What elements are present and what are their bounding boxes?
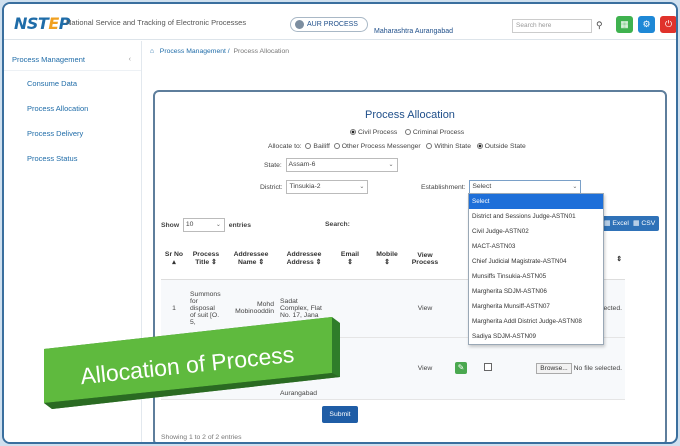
col-email[interactable]: Email ⇕ bbox=[331, 239, 369, 280]
breadcrumb: ⌂ Process Management / Process Allocatio… bbox=[150, 48, 290, 55]
district-select[interactable]: Tinsukia-2 ⌄ bbox=[286, 180, 369, 194]
chevron-down-icon: ⌄ bbox=[572, 184, 578, 190]
process-button[interactable]: AUR PROCESS bbox=[290, 17, 368, 32]
process-type-group: Civil Process Criminal Process bbox=[350, 129, 464, 136]
excel-button[interactable]: ▦ Excel bbox=[600, 216, 633, 231]
radio-within-state[interactable] bbox=[426, 143, 433, 149]
establishment-dropdown: Select District and Sessions Judge-ASTN0… bbox=[468, 193, 604, 345]
col-process-title[interactable]: Process Title ⇕ bbox=[187, 239, 225, 280]
dropdown-option[interactable]: MACT-ASTN03 bbox=[469, 239, 603, 254]
radio-other-process-messenger[interactable] bbox=[333, 143, 340, 149]
sidebar-section-process-management[interactable]: Process Management ‹ bbox=[4, 41, 141, 71]
establishment-select[interactable]: Select ⌄ bbox=[469, 180, 582, 194]
power-icon[interactable]: ⏻ bbox=[660, 16, 676, 33]
chevron-down-icon: ⌄ bbox=[388, 162, 394, 168]
user-icon bbox=[295, 20, 304, 29]
csv-button[interactable]: ▦ CSV bbox=[629, 216, 660, 231]
radio-criminal-process[interactable] bbox=[404, 129, 411, 135]
dropdown-option[interactable]: Margherita SDJM-ASTN06 bbox=[469, 284, 603, 299]
radio-outside-state[interactable] bbox=[476, 143, 483, 149]
table-info: Showing 1 to 2 of 2 entries bbox=[161, 434, 242, 441]
dropdown-option[interactable]: Margherita Munsiff-ASTN07 bbox=[469, 299, 603, 314]
cell-mobile bbox=[369, 279, 405, 338]
allocate-to-label: Allocate to: bbox=[268, 143, 302, 150]
view-link[interactable]: View bbox=[405, 279, 445, 338]
sidebar-item-process-delivery[interactable]: Process Delivery bbox=[4, 121, 141, 146]
district-label: District: bbox=[260, 183, 283, 191]
cell-mobile bbox=[369, 337, 405, 400]
col-addressee-name[interactable]: Addressee Name ⇕ bbox=[225, 239, 277, 280]
file-status: No file selected. bbox=[573, 364, 622, 372]
sidebar-item-process-allocation[interactable]: Process Allocation bbox=[4, 96, 141, 121]
page-title: Process Allocation bbox=[365, 109, 455, 121]
edit-icon[interactable]: ✎ bbox=[455, 362, 467, 374]
col-mobile[interactable]: Mobile ⇕ bbox=[369, 239, 405, 280]
chevron-down-icon: ⌄ bbox=[215, 222, 221, 228]
dropdown-option[interactable]: Sadiya SDJM-ASTN09 bbox=[469, 329, 603, 344]
top-bar: NSTEP National Service and Tracking of E… bbox=[4, 4, 676, 40]
view-link[interactable]: View bbox=[405, 337, 445, 400]
grid-icon[interactable]: ▦ bbox=[616, 16, 633, 33]
breadcrumb-section[interactable]: Process Management bbox=[160, 48, 226, 55]
dropdown-option[interactable]: Munsiffs Tinsukia-ASTN05 bbox=[469, 269, 603, 284]
home-icon[interactable]: ⌂ bbox=[150, 48, 154, 55]
establishment-row: Establishment: Select ⌄ bbox=[421, 180, 582, 194]
state-row: State: Assam-6 ⌄ bbox=[264, 158, 398, 172]
entries-select[interactable]: 10 ⌄ bbox=[182, 218, 225, 232]
allocate-to-group: Allocate to: Bailiff Other Process Messe… bbox=[268, 143, 526, 150]
sidebar-item-consume-data[interactable]: Consume Data bbox=[4, 71, 141, 96]
table-search-label: Search: bbox=[325, 221, 350, 228]
col-addressee-address[interactable]: Addressee Address ⇕ bbox=[277, 239, 331, 280]
radio-civil-process[interactable] bbox=[350, 129, 356, 135]
state-select[interactable]: Assam-6 ⌄ bbox=[285, 158, 398, 172]
table-length-control: Show 10 ⌄ entries bbox=[161, 218, 251, 232]
file-cell: Browse... No file selected. bbox=[499, 337, 625, 400]
settings-icon[interactable]: ⚙ bbox=[638, 16, 655, 33]
breadcrumb-current: Process Allocation bbox=[233, 48, 290, 55]
cell-edit: ✎ bbox=[445, 337, 477, 400]
location-text: Maharashtra Aurangabad bbox=[374, 28, 453, 35]
search-input[interactable]: Search here bbox=[512, 19, 592, 33]
establishment-label: Establishment: bbox=[421, 183, 466, 191]
select-checkbox[interactable] bbox=[484, 363, 492, 371]
col-sr-no[interactable]: Sr No ▴ bbox=[161, 239, 187, 280]
cell-select bbox=[477, 337, 499, 400]
radio-bailiff[interactable] bbox=[305, 143, 312, 149]
state-label: State: bbox=[264, 161, 282, 169]
dropdown-option[interactable]: Select bbox=[469, 194, 603, 209]
chevron-down-icon: ⌄ bbox=[359, 184, 365, 190]
dropdown-option[interactable]: Civil Judge-ASTN02 bbox=[469, 224, 603, 239]
logo: NSTEP bbox=[14, 14, 71, 33]
dropdown-option[interactable]: District and Sessions Judge-ASTN01 bbox=[469, 209, 603, 224]
app-tagline: National Service and Tracking of Electro… bbox=[66, 18, 247, 27]
section-banner: Allocation of Process bbox=[44, 317, 340, 409]
sidebar-item-process-status[interactable]: Process Status bbox=[4, 146, 141, 171]
dropdown-option[interactable]: Chief Judicial Magistrate-ASTN04 bbox=[469, 254, 603, 269]
chevron-left-icon: ‹ bbox=[128, 56, 131, 63]
dropdown-option[interactable]: Margherita Addl District Judge-ASTN08 bbox=[469, 314, 603, 329]
district-row: District: Tinsukia-2 ⌄ bbox=[260, 180, 369, 194]
search-icon[interactable]: ⚲ bbox=[596, 20, 603, 31]
browse-button[interactable]: Browse... bbox=[536, 362, 572, 374]
col-view-process[interactable]: View Process bbox=[405, 239, 445, 280]
